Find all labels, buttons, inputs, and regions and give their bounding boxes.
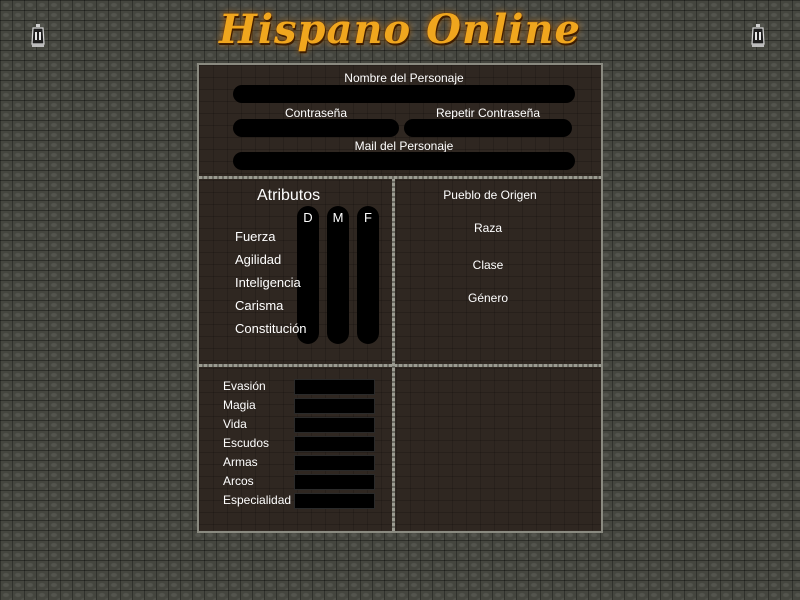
lantern-icon (31, 24, 45, 47)
pueblo-origen-label[interactable]: Pueblo de Origen (396, 188, 584, 202)
lantern-icon (751, 24, 765, 47)
clase-label[interactable]: Clase (396, 258, 580, 272)
column-header-m: M (332, 210, 344, 225)
skill-vida-label: Vida (223, 417, 247, 431)
skill-magia-box[interactable] (294, 398, 375, 414)
skill-especialidad-label: Especialidad (223, 493, 292, 507)
password-input[interactable] (233, 119, 399, 137)
skill-especialidad-box[interactable] (294, 493, 375, 509)
repeat-password-label: Repetir Contraseña (435, 106, 541, 120)
attribute-constitucion: Constitución (235, 321, 307, 336)
attribute-fuerza: Fuerza (235, 229, 276, 244)
modifier-column (327, 206, 349, 344)
skill-vida-box[interactable] (294, 417, 375, 433)
attribute-inteligencia: Inteligencia (235, 275, 301, 290)
skill-evasion-label: Evasión (223, 379, 266, 393)
genero-label[interactable]: Género (396, 291, 580, 305)
raza-label[interactable]: Raza (396, 221, 580, 235)
skill-armas-box[interactable] (294, 455, 375, 471)
mail-input[interactable] (233, 152, 575, 170)
skill-escudos-box[interactable] (294, 436, 375, 452)
password-label: Contraseña (284, 106, 348, 120)
divider (392, 179, 395, 531)
empty-section (396, 368, 601, 531)
character-name-input[interactable] (233, 85, 575, 103)
skill-arcos-box[interactable] (294, 474, 375, 490)
skill-arcos-label: Arcos (223, 474, 254, 488)
skill-evasion-box[interactable] (294, 379, 375, 395)
attribute-carisma: Carisma (235, 298, 284, 313)
final-column (357, 206, 379, 344)
column-header-d: D (303, 210, 313, 225)
divider (199, 364, 601, 367)
attribute-agilidad: Agilidad (235, 252, 282, 267)
mail-label: Mail del Personaje (354, 139, 454, 153)
divider (199, 176, 601, 179)
game-logo: Hispano Online (219, 6, 581, 53)
repeat-password-input[interactable] (404, 119, 572, 137)
skill-magia-label: Magia (223, 398, 256, 412)
column-header-f: F (364, 210, 372, 225)
attributes-title: Atributos (257, 187, 321, 204)
name-label: Nombre del Personaje (344, 71, 464, 85)
skill-armas-label: Armas (223, 455, 258, 469)
skill-escudos-label: Escudos (223, 436, 270, 450)
